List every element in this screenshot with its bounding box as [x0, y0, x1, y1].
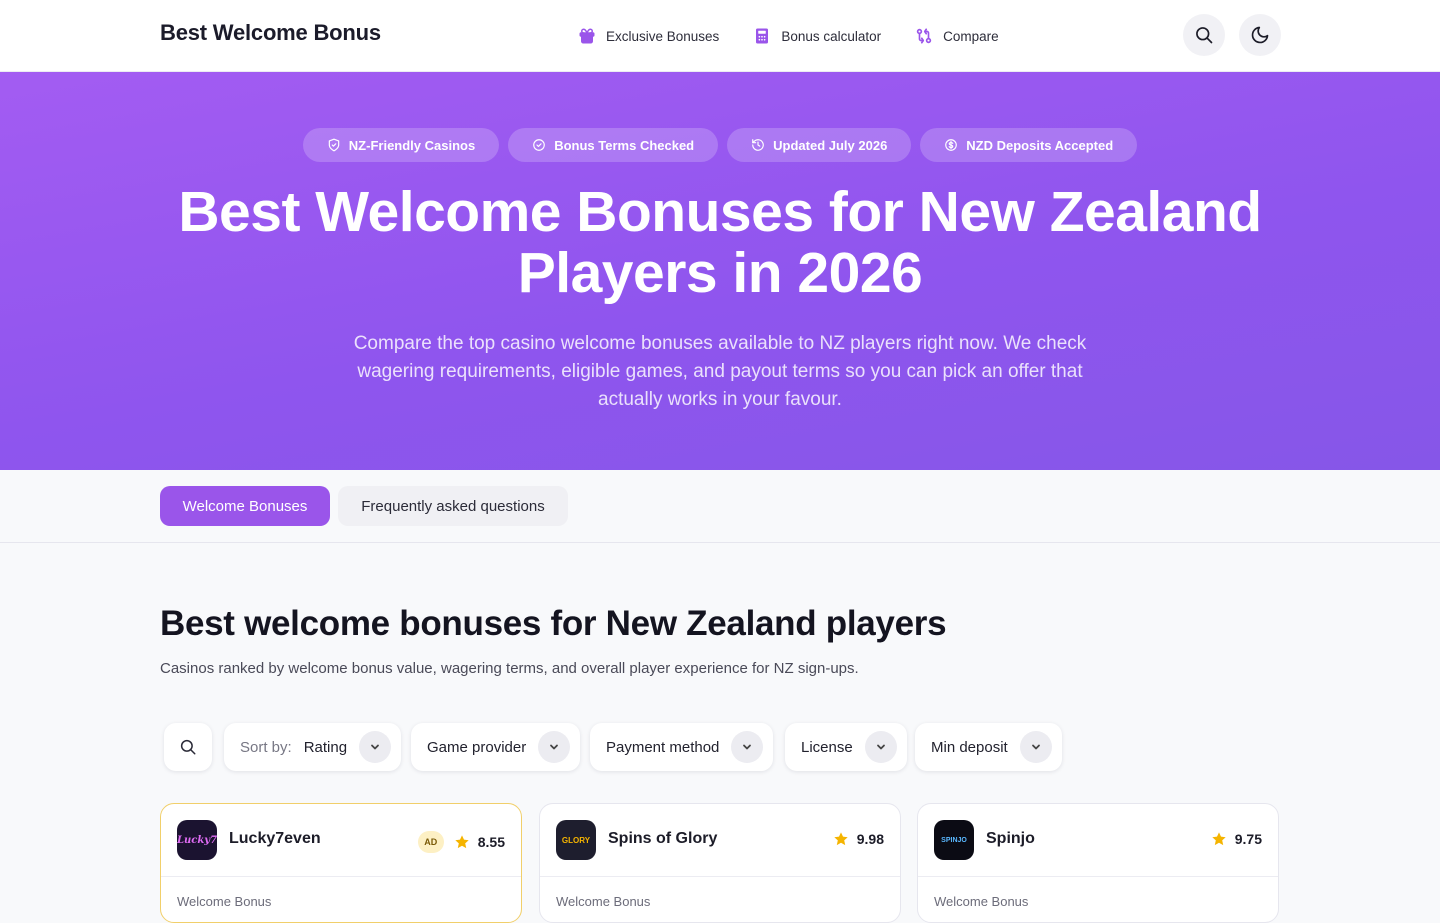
- casino-name[interactable]: Spinjo: [986, 830, 1035, 848]
- filter-label: Payment method: [606, 738, 720, 756]
- section-title: Best welcome bonuses for New Zealand pla…: [160, 604, 947, 643]
- filter-search-button[interactable]: [164, 723, 212, 771]
- rating-value: 9.75: [1234, 831, 1262, 847]
- pill-label: NZ-Friendly Casinos: [348, 137, 476, 153]
- chevron-down-icon: [731, 731, 764, 763]
- card-bonus-label: Welcome Bonus: [556, 894, 651, 909]
- calculator-icon: [756, 28, 769, 44]
- filter-label: Min deposit: [931, 738, 1008, 756]
- nav-compare-label: Compare: [943, 28, 999, 44]
- pill-updated: Updated July 2026: [727, 128, 912, 162]
- casino-card-spins-of-glory[interactable]: GLORY Spins of Glory 9.98 Welcome Bonus: [539, 803, 901, 923]
- rating-value: 9.98: [856, 831, 884, 847]
- trust-pills: NZ-Friendly Casinos Bonus Terms Checked …: [0, 128, 1440, 162]
- pill-label: NZD Deposits Accepted: [966, 137, 1114, 153]
- shield-check-icon: [328, 138, 340, 152]
- filter-payment-method[interactable]: Payment method: [590, 723, 774, 771]
- casino-logo: Lucky7: [177, 820, 217, 860]
- badge-check-icon: [533, 139, 546, 151]
- casino-rating: 9.75: [1211, 831, 1262, 847]
- filter-label: Game provider: [427, 738, 527, 756]
- chevron-down-icon: [359, 731, 392, 763]
- nav-bonus-calculator[interactable]: Bonus calculator: [753, 27, 881, 45]
- nav-exclusive-bonuses-label: Exclusive Bonuses: [606, 28, 720, 44]
- pill-label: Bonus Terms Checked: [554, 137, 695, 153]
- refresh-clock-icon: [752, 139, 764, 151]
- search-icon: [1196, 27, 1213, 44]
- nav-compare[interactable]: Compare: [915, 27, 999, 45]
- filter-label: License: [801, 738, 853, 756]
- hero-banner: NZ-Friendly Casinos Bonus Terms Checked …: [0, 72, 1440, 470]
- brand-logo[interactable]: Best Welcome Bonus: [160, 20, 381, 46]
- chevron-down-icon: [1019, 731, 1052, 763]
- star-icon: [834, 832, 848, 846]
- search-button[interactable]: [1183, 14, 1225, 56]
- pill-label: Updated July 2026: [773, 137, 888, 153]
- search-icon: [180, 739, 196, 755]
- nav-exclusive-bonuses[interactable]: Exclusive Bonuses: [578, 27, 719, 45]
- pill-nzd-deposits: NZD Deposits Accepted: [920, 128, 1138, 162]
- compare-icon: [916, 28, 932, 44]
- chevron-down-icon: [538, 731, 571, 763]
- casino-name[interactable]: Lucky7even: [229, 830, 321, 848]
- hero-subtitle: Compare the top casino welcome bonuses a…: [353, 333, 1087, 410]
- filter-min-deposit[interactable]: Min deposit: [915, 723, 1062, 771]
- top-navigation-bar: Best Welcome Bonus Exclusive Bonuses Bon…: [0, 0, 1440, 72]
- sort-dropdown[interactable]: Sort by: Rating: [224, 723, 402, 771]
- card-header: SPINJO Spinjo 9.75: [918, 804, 1278, 877]
- moon-icon: [1251, 26, 1269, 44]
- pill-terms-checked: Bonus Terms Checked: [508, 128, 719, 162]
- tab-welcome-bonuses[interactable]: Welcome Bonuses: [160, 486, 330, 526]
- tab-faq[interactable]: Frequently asked questions: [338, 486, 568, 526]
- card-bonus-label: Welcome Bonus: [177, 894, 272, 909]
- filter-license[interactable]: License: [785, 723, 907, 771]
- rating-value: 8.55: [477, 834, 505, 850]
- theme-toggle-button[interactable]: [1239, 14, 1281, 56]
- casino-card-spinjo[interactable]: SPINJO Spinjo 9.75 Welcome Bonus: [917, 803, 1279, 923]
- hero-title: Best Welcome Bonuses for New Zealand Pla…: [178, 180, 1262, 305]
- casino-rating: AD 8.55: [417, 831, 505, 853]
- sort-value: Rating: [303, 738, 348, 756]
- section-tabs: Welcome Bonuses Frequently asked questio…: [0, 470, 1440, 543]
- filter-game-provider[interactable]: Game provider: [411, 723, 581, 771]
- main-nav: Exclusive Bonuses Bonus calculator Compa…: [578, 0, 999, 72]
- card-header: GLORY Spins of Glory 9.98: [540, 804, 900, 877]
- nav-bonus-calculator-label: Bonus calculator: [781, 28, 882, 44]
- star-icon: [455, 835, 469, 849]
- casino-name[interactable]: Spins of Glory: [608, 830, 717, 848]
- dollar-circle-icon: [945, 139, 958, 151]
- gift-icon: [579, 28, 595, 44]
- section-subtitle: Casinos ranked by welcome bonus value, w…: [160, 660, 859, 677]
- card-header: Lucky7 Lucky7even AD 8.55: [161, 804, 521, 877]
- casino-logo: SPINJO: [934, 820, 974, 860]
- casino-rating: 9.98: [833, 831, 884, 847]
- card-bonus-label: Welcome Bonus: [934, 894, 1029, 909]
- pill-nz-friendly: NZ-Friendly Casinos: [302, 128, 500, 162]
- ad-badge: AD: [417, 831, 444, 853]
- casino-logo: GLORY: [556, 820, 596, 860]
- star-icon: [1212, 832, 1226, 846]
- casino-card-lucky7even[interactable]: Lucky7 Lucky7even AD 8.55 Welcome Bonus: [160, 803, 522, 923]
- chevron-down-icon: [864, 731, 897, 763]
- sort-label: Sort by:: [240, 738, 292, 756]
